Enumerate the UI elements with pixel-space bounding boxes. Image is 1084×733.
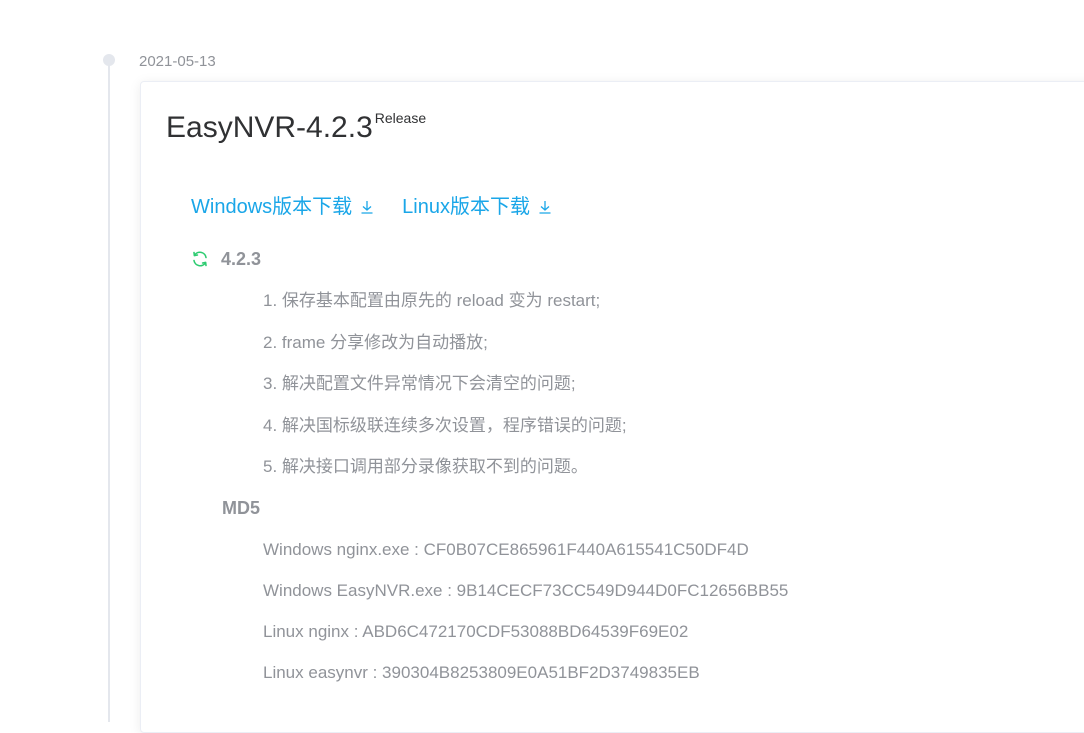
timeline-timestamp: 2021-05-13 — [139, 53, 216, 70]
download-icon — [361, 201, 373, 214]
windows-download-link[interactable]: Windows版本下载 — [191, 196, 374, 218]
release-note-item: 1. 保存基本配置由原先的 reload 变为 restart; — [263, 291, 601, 310]
md5-heading: MD5 — [222, 498, 261, 518]
linux-download-label: Linux版本下载 — [402, 196, 530, 218]
sync-icon — [193, 251, 207, 267]
md5-list: Windows nginx.exe : CF0B07CE865961F440A6… — [263, 538, 788, 702]
version-label: 4.2.3 — [221, 249, 262, 269]
release-note-item: 3. 解决配置文件异常情况下会清空的问题; — [263, 374, 576, 393]
md5-item: Windows nginx.exe : CF0B07CE865961F440A6… — [263, 540, 749, 559]
release-note-item: 2. frame 分享修改为自动播放; — [263, 332, 488, 352]
release-card: EasyNVR-4.2.3 Release Windows版本下载 Linux版本下… — [140, 81, 1084, 733]
release-notes: 1. 保存基本配置由原先的 reload 变为 restart; 2. fram… — [263, 289, 627, 497]
release-note-item: 5. 解决接口调用部分录像获取不到的问题。 — [263, 457, 588, 476]
release-title: EasyNVR-4.2.3 — [166, 111, 373, 144]
md5-item: Windows EasyNVR.exe : 9B14CECF73CC549D94… — [263, 581, 789, 600]
md5-item: Linux easynvr : 390304B8253809E0A51BF2D3… — [263, 663, 700, 682]
release-title-row: EasyNVR-4.2.3 Release — [166, 110, 426, 146]
release-tag: Release — [374, 110, 427, 126]
download-links: Windows版本下载 Linux版本下载 — [191, 194, 580, 220]
linux-download-link[interactable]: Linux版本下载 — [402, 196, 552, 218]
version-row: 4.2.3 — [191, 248, 261, 270]
release-note-item: 4. 解决国标级联连续多次设置，程序错误的问题; — [263, 415, 627, 435]
windows-download-label: Windows版本下载 — [191, 196, 353, 218]
timeline-dot — [103, 54, 115, 66]
md5-item: Linux nginx : ABD6C472170CDF53088BD64539… — [263, 622, 689, 641]
timeline-line — [108, 62, 110, 722]
download-icon — [539, 201, 551, 214]
